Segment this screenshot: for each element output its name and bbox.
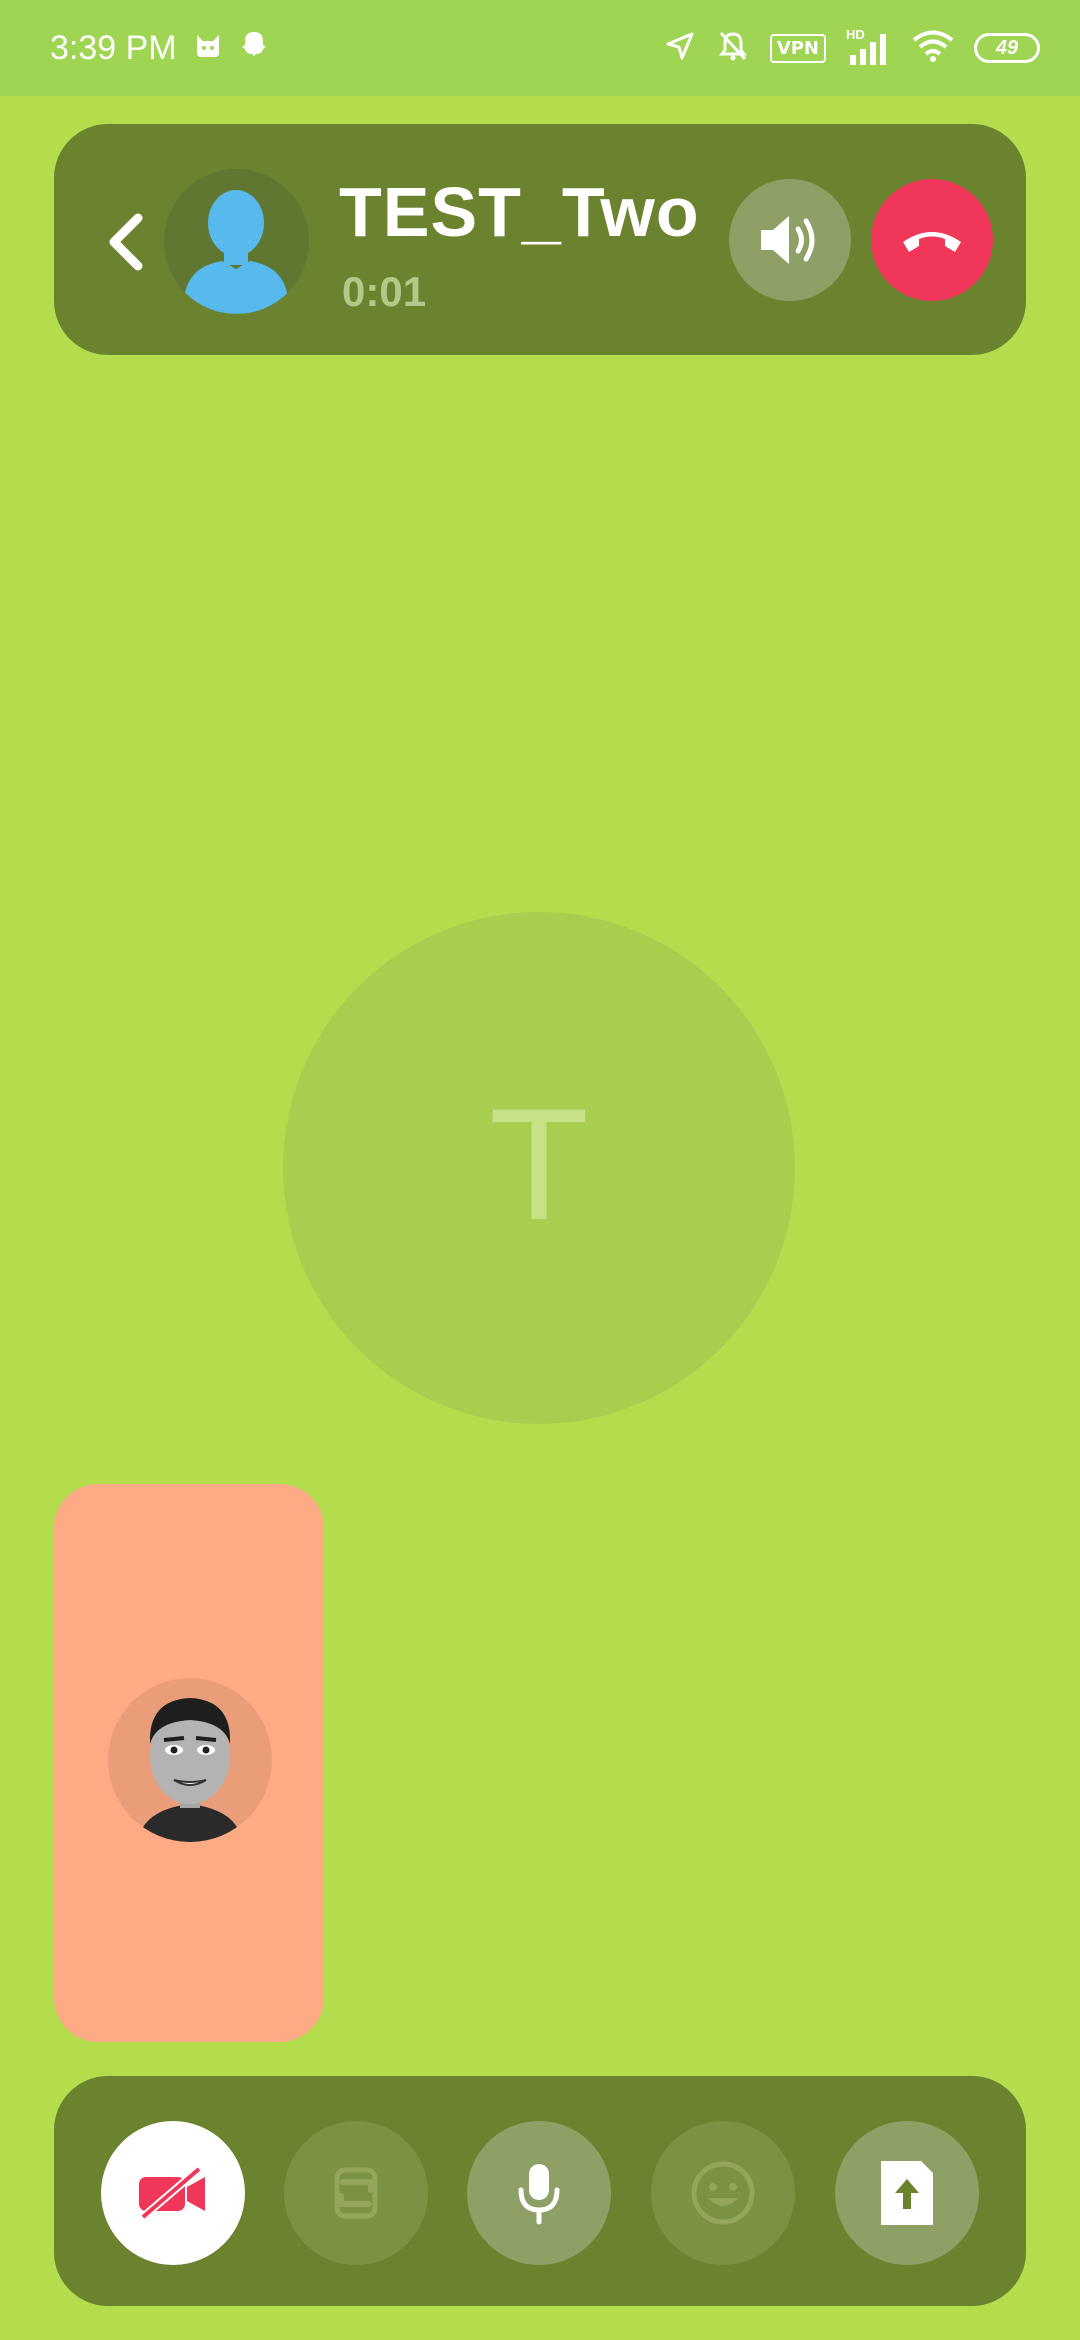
caller-name: TEST_Two [339, 173, 700, 251]
location-arrow-icon [664, 30, 696, 67]
status-bar: 3:39 PM VPN HD 49 [0, 0, 1080, 96]
local-video-preview[interactable] [54, 1484, 324, 2042]
call-header-card: TEST_Two 0:01 [54, 124, 1026, 355]
status-right: VPN HD 49 [664, 27, 1040, 68]
end-call-button[interactable] [871, 179, 993, 301]
cat-notification-icon [193, 29, 223, 68]
call-controls-bar [54, 2076, 1026, 2306]
back-button[interactable] [100, 202, 150, 282]
chevron-left-icon [109, 213, 143, 271]
lens-button[interactable] [651, 2121, 795, 2265]
status-time: 3:39 PM [50, 28, 177, 67]
wifi-icon [912, 29, 954, 68]
speaker-button[interactable] [729, 179, 851, 301]
microphone-icon [518, 2164, 560, 2225]
upload-icon [881, 2161, 933, 2225]
caller-avatar[interactable] [164, 169, 309, 314]
remote-participant-avatar: T [283, 912, 795, 1424]
battery-level: 49 [995, 36, 1019, 59]
bitmoji-icon [138, 1698, 242, 1842]
flip-camera-icon [334, 2167, 378, 2219]
battery-icon: 49 [974, 33, 1040, 63]
bell-off-icon [716, 29, 750, 68]
camera-off-icon [139, 2165, 205, 2221]
user-bitmoji-avatar [108, 1678, 272, 1842]
mute-button[interactable] [467, 2121, 611, 2265]
call-timer: 0:01 [342, 268, 427, 315]
camera-toggle-button[interactable] [101, 2121, 245, 2265]
default-person-icon [184, 190, 288, 314]
share-button[interactable] [835, 2121, 979, 2265]
vpn-icon: VPN [769, 33, 826, 63]
phone-hangup-icon [903, 232, 961, 252]
flip-camera-button[interactable] [284, 2121, 428, 2265]
snapchat-ghost-icon [239, 29, 269, 68]
smiley-icon [691, 2161, 755, 2225]
signal-icon: HD [846, 27, 892, 65]
speaker-icon [761, 216, 815, 264]
remote-participant-initial: T [493, 1081, 585, 1255]
status-left: 3:39 PM [50, 29, 269, 68]
